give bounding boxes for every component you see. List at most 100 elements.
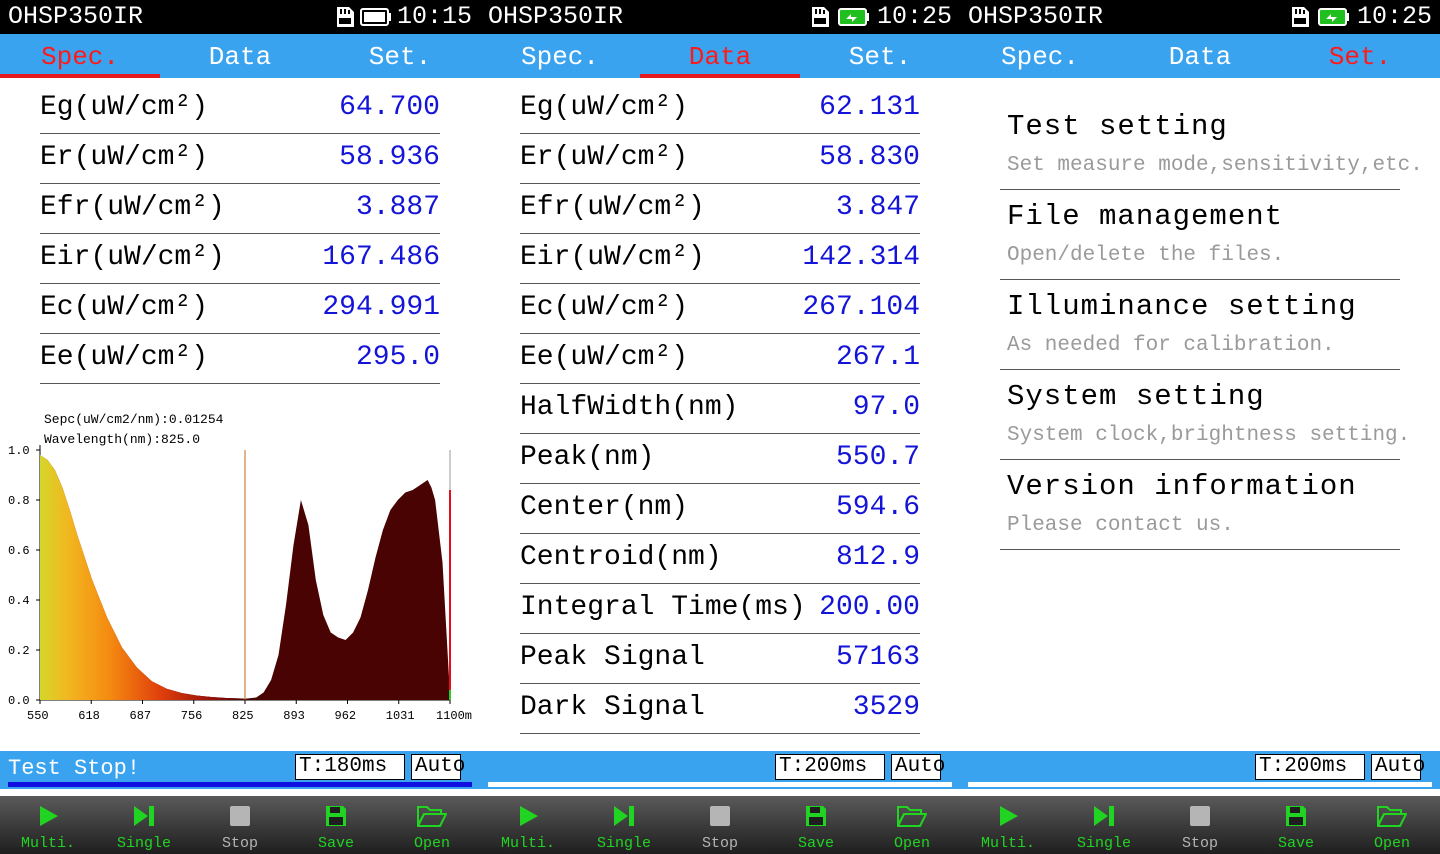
device-title: OHSP350IR (488, 2, 624, 31)
single-button[interactable]: Single (1056, 796, 1152, 854)
measurement-row: Eir(uW/cm²) 142.314 (520, 234, 920, 284)
spectrum-chart[interactable]: Sepc(uW/cm2/nm):0.01254 Wavelength(nm):8… (0, 400, 480, 730)
open-button[interactable]: Open (864, 796, 960, 854)
measurement-value: 267.1 (835, 342, 920, 373)
tab-label: Data (688, 42, 752, 72)
measurement-label: Efr(uW/cm²) (40, 192, 225, 223)
save-button[interactable]: Save (288, 796, 384, 854)
y-tick-label: 0.0 (8, 694, 30, 708)
menu-item-version-information[interactable]: Version information Please contact us. (1000, 470, 1400, 550)
tab-set[interactable]: Set. (1280, 34, 1440, 78)
measurement-list: Eg(uW/cm²) 62.131 Er(uW/cm²) 58.830 Efr(uW/c… (520, 84, 920, 734)
measurement-row: Eir(uW/cm²) 167.486 (40, 234, 440, 284)
tab-data[interactable]: Data (1120, 34, 1280, 78)
menu-item-test-setting[interactable]: Test setting Set measure mode,sensitivity… (1000, 110, 1423, 190)
button-label: Open (1373, 835, 1410, 852)
stop-button[interactable]: Stop (1152, 796, 1248, 854)
stop-button[interactable]: Stop (672, 796, 768, 854)
measurement-row: Dark Signal 3529 (520, 684, 920, 734)
tab-label: Spec. (1000, 42, 1079, 72)
button-label: Multi. (20, 835, 75, 852)
measurement-row: Eg(uW/cm²) 64.700 (40, 84, 440, 134)
save-button[interactable]: Save (1248, 796, 1344, 854)
tab-data[interactable]: Data (640, 34, 800, 78)
measurement-value: 267.104 (802, 292, 920, 323)
y-tick-label: 0.8 (8, 494, 30, 508)
measurement-row: Ec(uW/cm²) 294.991 (40, 284, 440, 334)
measurement-value: 167.486 (322, 242, 440, 273)
menu-item-illuminance-setting[interactable]: Illuminance setting As needed for calibra… (1000, 290, 1400, 370)
battery-charging-icon (838, 8, 869, 26)
tab-spec[interactable]: Spec. (480, 34, 640, 78)
measurement-list: Eg(uW/cm²) 64.700 Er(uW/cm²) 58.936 Efr(uW… (40, 84, 440, 384)
sd-card-icon (1292, 7, 1309, 27)
play-icon (520, 806, 538, 826)
panel-spec: OHSP350IR 10:15 Spec. Data Set. Eg(uW/cm… (0, 0, 480, 854)
step-icon (134, 806, 154, 826)
measurement-label: HalfWidth(nm) (520, 392, 739, 423)
measurement-row: HalfWidth(nm) 97.0 (520, 384, 920, 434)
open-button[interactable]: Open (384, 796, 480, 854)
measurement-label: Centroid(nm) (520, 542, 722, 573)
button-label: Stop (221, 835, 258, 852)
tab-data[interactable]: Data (160, 34, 320, 78)
stop-icon (230, 806, 250, 826)
tab-set[interactable]: Set. (320, 34, 480, 78)
status-bar: OHSP350IR 10:15 (0, 0, 480, 34)
multi-button[interactable]: Multi. (960, 796, 1056, 854)
integration-time-field[interactable]: T:180ms (295, 754, 405, 780)
open-button[interactable]: Open (1344, 796, 1440, 854)
x-tick-label: 825 (232, 709, 254, 723)
save-icon (1286, 806, 1306, 826)
x-tick-label: 1100m (436, 709, 472, 723)
clock: 10:25 (876, 2, 952, 31)
panel-data: OHSP350IR 10:25 Spec. Data Set. Eg(uW/cm… (480, 0, 960, 854)
tab-spec[interactable]: Spec. (960, 34, 1120, 78)
single-button[interactable]: Single (576, 796, 672, 854)
stop-button[interactable]: Stop (192, 796, 288, 854)
toolbar: Multi. Single Stop Save Open (960, 796, 1440, 854)
menu-item-system-setting[interactable]: System setting System clock,brightness se… (1000, 380, 1410, 460)
y-tick-label: 0.6 (8, 544, 30, 558)
auto-mode-field[interactable]: Auto (411, 754, 465, 780)
measurement-row: Ee(uW/cm²) 295.0 (40, 334, 440, 384)
tab-label: Set. (848, 42, 912, 72)
save-button[interactable]: Save (768, 796, 864, 854)
integration-time-field[interactable]: T:200ms (775, 754, 885, 780)
tab-label: Spec. (40, 42, 119, 72)
tab-bar: Spec. Data Set. (960, 34, 1440, 78)
tab-spec[interactable]: Spec. (0, 34, 160, 78)
measurement-value: 58.830 (819, 142, 920, 173)
x-tick-label: 962 (335, 709, 357, 723)
auto-mode-field[interactable]: Auto (1371, 754, 1425, 780)
stop-icon (1190, 806, 1210, 826)
measurement-label: Dark Signal (520, 692, 705, 723)
status-footer: T:200ms Auto (480, 751, 960, 789)
measurement-value: 594.6 (835, 492, 920, 523)
menu-item-title: Version information (1007, 470, 1357, 503)
measurement-label: Ec(uW/cm²) (520, 292, 689, 323)
single-button[interactable]: Single (96, 796, 192, 854)
clock: 10:25 (1356, 2, 1432, 31)
multi-button[interactable]: Multi. (0, 796, 96, 854)
auto-mode-field[interactable]: Auto (891, 754, 945, 780)
status-footer: T:200ms Auto (960, 751, 1440, 789)
spectral-value-readout: Sepc(uW/cm2/nm):0.01254 (44, 412, 224, 427)
tab-set[interactable]: Set. (800, 34, 960, 78)
measurement-label: Eir(uW/cm²) (40, 242, 225, 273)
sd-card-icon (337, 7, 354, 27)
measurement-value: 295.0 (355, 342, 440, 373)
menu-item-file-management[interactable]: File management Open/delete the files. (1000, 200, 1400, 280)
measurement-label: Efr(uW/cm²) (520, 192, 705, 223)
button-label: Multi. (500, 835, 555, 852)
measurement-value: 3529 (852, 692, 920, 723)
measurement-value: 64.700 (339, 92, 440, 123)
active-tab-indicator (0, 74, 160, 78)
integration-time-field[interactable]: T:200ms (1255, 754, 1365, 780)
measurement-value: 294.991 (322, 292, 440, 323)
multi-button[interactable]: Multi. (480, 796, 576, 854)
step-icon (1094, 806, 1114, 826)
toolbar: Multi. Single Stop Save Open (480, 796, 960, 854)
button-label: Open (413, 835, 450, 852)
measurement-row: Peak(nm) 550.7 (520, 434, 920, 484)
